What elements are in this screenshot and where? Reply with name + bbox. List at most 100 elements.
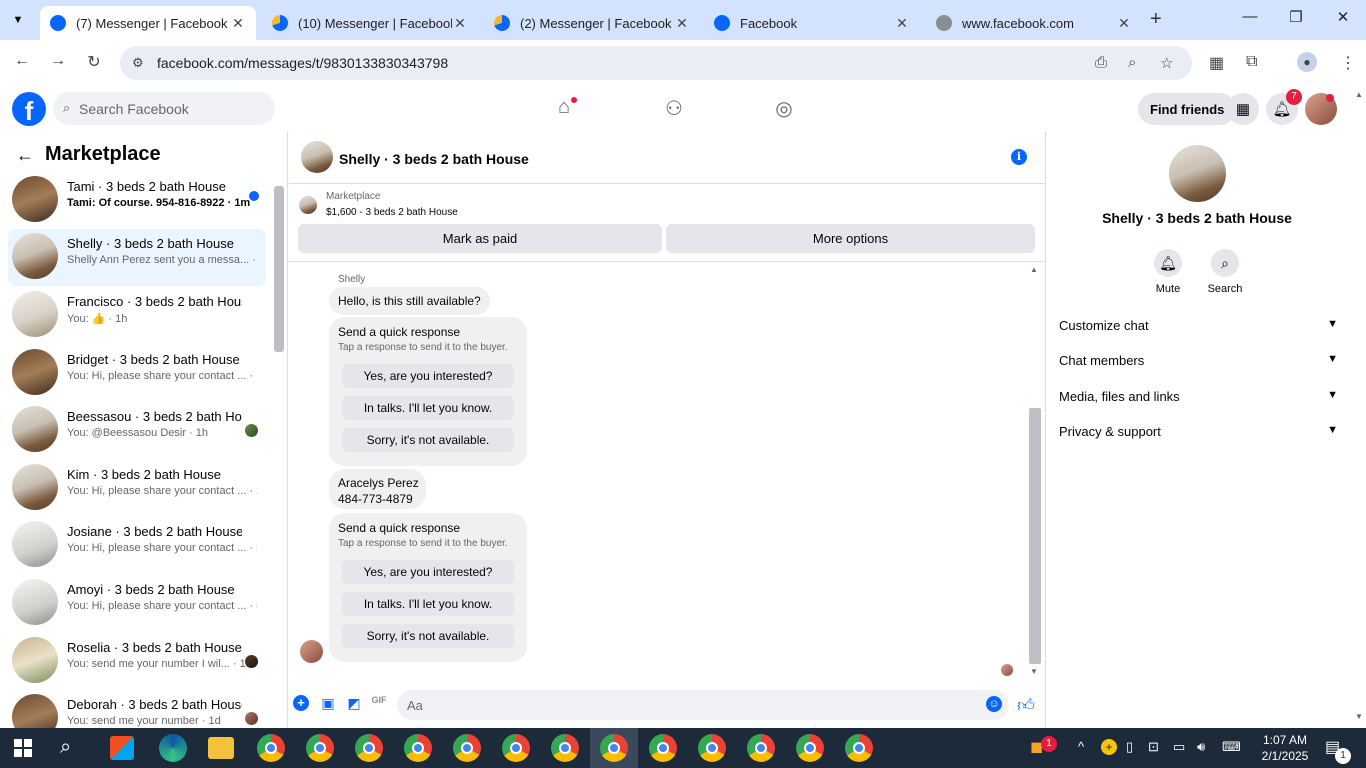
sticker-icon[interactable]: ◩: [345, 695, 363, 713]
taskbar-clock[interactable]: 1:07 AM 2/1/2025: [1255, 732, 1315, 764]
close-tab-icon[interactable]: ✕: [230, 15, 246, 32]
chrome-icon[interactable]: [502, 734, 530, 762]
find-friends-button[interactable]: Find friends: [1138, 93, 1237, 125]
conversation-item[interactable]: Bridget · 3 beds 2 bath House You: Hi, p…: [8, 345, 266, 402]
browser-tab[interactable]: Facebook ✕: [704, 6, 920, 40]
quick-response-option[interactable]: Yes, are you interested?: [342, 560, 514, 584]
install-app-icon[interactable]: ⎙: [1095, 54, 1107, 71]
page-scrollbar[interactable]: ▲ ▼: [1352, 86, 1366, 728]
chrome-icon[interactable]: [845, 734, 873, 762]
conversation-item[interactable]: Kim · 3 beds 2 bath House You: Hi, pleas…: [8, 460, 266, 517]
url-text[interactable]: facebook.com/messages/t/9830133830343798: [157, 55, 448, 71]
conversation-item[interactable]: Francisco · 3 beds 2 bath House You: 👍 ·…: [8, 287, 266, 344]
search-input[interactable]: [79, 92, 269, 125]
zoom-icon[interactable]: ⌕: [1128, 54, 1136, 71]
tray-chevron-up-icon[interactable]: ^: [1078, 739, 1084, 754]
bookmark-star-icon[interactable]: ☆: [1160, 54, 1173, 72]
browser-tab[interactable]: (7) Messenger | Facebook ✕: [40, 6, 256, 40]
browser-tab[interactable]: www.facebook.com ✕: [926, 6, 1142, 40]
quick-response-option[interactable]: Sorry, it's not available.: [342, 624, 514, 648]
quick-response-option[interactable]: In talks. I'll let you know.: [342, 396, 514, 420]
chat-scrollbar[interactable]: ▲ ▼: [1027, 263, 1043, 681]
conversation-item[interactable]: Roselia · 3 beds 2 bath House You: send …: [8, 633, 266, 690]
mute-button[interactable]: 🔔︎ Mute: [1138, 249, 1198, 295]
taskbar-search-icon[interactable]: ⌕: [60, 736, 71, 759]
chrome-icon[interactable]: [257, 734, 285, 762]
emoji-icon[interactable]: ☺: [986, 696, 1002, 712]
chat-members-row[interactable]: Chat members ▼: [1059, 353, 1340, 373]
quick-response-option[interactable]: Yes, are you interested?: [342, 364, 514, 388]
groups-icon[interactable]: ◎: [770, 96, 798, 121]
tray-plus-icon[interactable]: +: [1101, 739, 1117, 755]
conversation-item[interactable]: Tami · 3 beds 2 bath House Tami: Of cour…: [8, 172, 266, 229]
gif-icon[interactable]: GIF: [370, 695, 388, 713]
close-tab-icon[interactable]: ✕: [452, 15, 468, 32]
address-bar[interactable]: ⚙ facebook.com/messages/t/98301338303437…: [120, 46, 1192, 80]
conversation-item[interactable]: Josiane · 3 beds 2 bath House You: Hi, p…: [8, 517, 266, 574]
customize-chat-row[interactable]: Customize chat ▼: [1059, 318, 1340, 338]
conversation-item[interactable]: Beessasou · 3 beds 2 bath Ho... You: @Be…: [8, 402, 266, 459]
profile-icon[interactable]: ●: [1297, 52, 1317, 72]
quick-response-option[interactable]: In talks. I'll let you know.: [342, 592, 514, 616]
plus-icon[interactable]: +: [293, 695, 309, 711]
media-files-links-row[interactable]: Media, files and links ▼: [1059, 389, 1340, 409]
browser-tab[interactable]: (10) Messenger | Facebook ✕: [262, 6, 478, 40]
conversation-item[interactable]: Amoyi · 3 beds 2 bath House You: Hi, ple…: [8, 575, 266, 632]
restore-icon[interactable]: ❐: [1284, 8, 1308, 26]
file-explorer-icon[interactable]: [208, 737, 234, 759]
minimize-icon[interactable]: —: [1238, 8, 1262, 25]
store-icon[interactable]: [110, 736, 134, 760]
new-tab-plus-icon[interactable]: +: [1150, 8, 1162, 31]
conversation-item[interactable]: Shelly · 3 beds 2 bath House Shelly Ann …: [8, 229, 266, 286]
browser-tab[interactable]: (2) Messenger | Facebook ✕: [484, 6, 700, 40]
search-button[interactable]: ⌕ Search: [1195, 249, 1255, 295]
windows-start-icon[interactable]: [14, 739, 32, 757]
tab-search-button[interactable]: ▼: [6, 8, 30, 32]
tray-volume-icon[interactable]: 🔊︎: [1197, 739, 1205, 755]
chrome-icon[interactable]: [747, 734, 775, 762]
friends-icon[interactable]: ⚇: [660, 96, 688, 121]
quick-response-option[interactable]: Sorry, it's not available.: [342, 428, 514, 452]
close-tab-icon[interactable]: ✕: [894, 15, 910, 32]
menu-grid-icon[interactable]: ▦: [1227, 93, 1259, 125]
chrome-icon[interactable]: [698, 734, 726, 762]
scroll-down-icon[interactable]: ▼: [1030, 667, 1038, 676]
chrome-icon[interactable]: [355, 734, 383, 762]
tray-network-share-icon[interactable]: ⊡: [1148, 739, 1159, 755]
forward-arrow-icon[interactable]: →: [47, 52, 69, 74]
photo-icon[interactable]: ▣: [319, 695, 337, 713]
thumbs-up-icon[interactable]: 👍︎: [1017, 695, 1035, 715]
scrollbar-thumb[interactable]: [1029, 408, 1041, 664]
chrome-icon[interactable]: [796, 734, 824, 762]
window-close-icon[interactable]: ✕: [1331, 8, 1355, 26]
chrome-icon[interactable]: [600, 734, 628, 762]
back-arrow-icon[interactable]: ←: [16, 145, 34, 166]
scrollbar-thumb[interactable]: [274, 186, 284, 352]
conversation-item[interactable]: Deborah · 3 beds 2 bath House You: send …: [8, 690, 266, 728]
back-arrow-icon[interactable]: ←: [11, 52, 33, 74]
chrome-icon[interactable]: [649, 734, 677, 762]
scroll-up-icon[interactable]: ▲: [1030, 265, 1038, 274]
privacy-support-row[interactable]: Privacy & support ▼: [1059, 424, 1340, 444]
listing-thumbnail[interactable]: [301, 141, 333, 173]
info-icon[interactable]: i: [1011, 149, 1027, 165]
tray-wifi-icon[interactable]: ▭: [1173, 739, 1185, 755]
site-settings-icon[interactable]: ⚙: [132, 55, 144, 71]
edge-icon[interactable]: [159, 734, 187, 762]
scroll-up-icon[interactable]: ▲: [1355, 90, 1363, 99]
tray-keyboard-icon[interactable]: ⌨: [1222, 739, 1241, 755]
kebab-menu-icon[interactable]: ⋮: [1340, 53, 1356, 73]
mark-as-paid-button[interactable]: Mark as paid: [298, 224, 662, 253]
puzzle-icon[interactable]: ⧉: [1246, 53, 1257, 71]
facebook-search[interactable]: ⌕: [53, 92, 275, 125]
close-tab-icon[interactable]: ✕: [674, 15, 690, 32]
chrome-icon[interactable]: [453, 734, 481, 762]
more-options-button[interactable]: More options: [666, 224, 1035, 253]
extension-icon[interactable]: ▦: [1209, 53, 1224, 73]
facebook-logo-icon[interactable]: f: [12, 92, 46, 126]
chrome-icon[interactable]: [404, 734, 432, 762]
chat-title[interactable]: Shelly · 3 beds 2 bath House: [339, 151, 529, 167]
reload-icon[interactable]: ↻: [83, 52, 105, 74]
message-input[interactable]: [397, 690, 1009, 720]
scroll-down-icon[interactable]: ▼: [1355, 712, 1363, 721]
